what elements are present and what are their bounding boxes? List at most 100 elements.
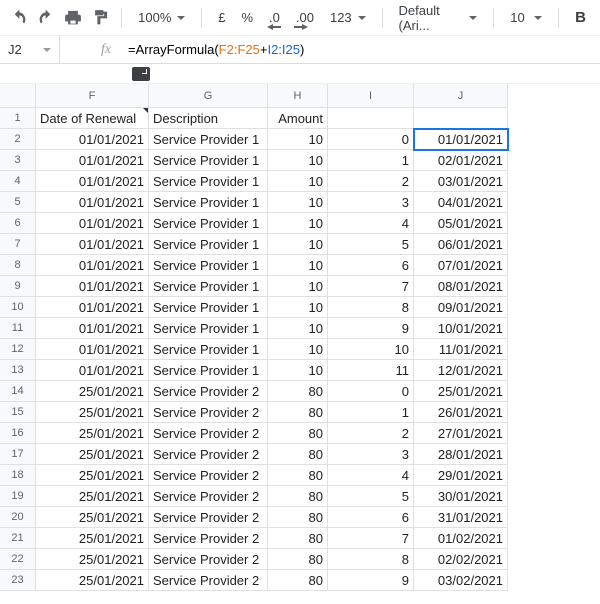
row-header[interactable]: 18 — [0, 465, 36, 486]
cell[interactable]: 29/01/2021 — [414, 465, 508, 486]
cell[interactable]: 2 — [328, 171, 414, 192]
cell[interactable]: 12/01/2021 — [414, 360, 508, 381]
row-header[interactable]: 8 — [0, 255, 36, 276]
cell[interactable]: 80 — [268, 465, 328, 486]
cell[interactable]: 10 — [268, 234, 328, 255]
cell[interactable]: 2 — [328, 423, 414, 444]
col-header-G[interactable]: G — [149, 84, 268, 108]
cell[interactable] — [414, 108, 508, 129]
col-header-H[interactable]: H — [268, 84, 328, 108]
cell[interactable]: Service Provider 1 — [149, 255, 268, 276]
cell[interactable]: 5 — [328, 486, 414, 507]
print-button[interactable] — [62, 5, 85, 31]
cell[interactable]: 01/01/2021 — [36, 297, 149, 318]
cell[interactable]: 0 — [328, 381, 414, 402]
cell[interactable]: 02/02/2021 — [414, 549, 508, 570]
cell[interactable]: 80 — [268, 570, 328, 591]
cell[interactable]: 10 — [268, 192, 328, 213]
cell[interactable]: Service Provider 1 — [149, 276, 268, 297]
cell[interactable]: 03/01/2021 — [414, 171, 508, 192]
cell[interactable]: Service Provider 2 — [149, 444, 268, 465]
cell[interactable]: 01/01/2021 — [36, 171, 149, 192]
cell[interactable]: 11 — [328, 360, 414, 381]
cell[interactable]: 8 — [328, 549, 414, 570]
row-header[interactable]: 6 — [0, 213, 36, 234]
col-header-J[interactable]: J — [414, 84, 508, 108]
explore-tab-icon[interactable] — [132, 67, 150, 81]
cell[interactable]: 03/02/2021 — [414, 570, 508, 591]
cell[interactable]: 01/01/2021 — [36, 150, 149, 171]
cell[interactable]: 01/01/2021 — [36, 339, 149, 360]
cell[interactable]: 25/01/2021 — [36, 465, 149, 486]
cell[interactable]: Service Provider 2 — [149, 549, 268, 570]
cell[interactable]: 25/01/2021 — [36, 549, 149, 570]
row-header[interactable]: 22 — [0, 549, 36, 570]
row-header[interactable]: 15 — [0, 402, 36, 423]
col-header-I[interactable]: I — [328, 84, 414, 108]
cell[interactable]: Date of Renewal — [36, 108, 149, 129]
cell[interactable]: 25/01/2021 — [36, 486, 149, 507]
cell[interactable]: 04/01/2021 — [414, 192, 508, 213]
cell[interactable]: 10/01/2021 — [414, 318, 508, 339]
cell[interactable]: 80 — [268, 486, 328, 507]
cell[interactable]: 10 — [268, 171, 328, 192]
cell[interactable]: 01/01/2021 — [36, 234, 149, 255]
cell[interactable]: 10 — [268, 360, 328, 381]
percent-button[interactable]: % — [235, 5, 259, 31]
cell[interactable]: 9 — [328, 570, 414, 591]
row-header[interactable]: 13 — [0, 360, 36, 381]
cell[interactable]: 10 — [268, 213, 328, 234]
cell[interactable] — [328, 108, 414, 129]
cell[interactable]: 08/01/2021 — [414, 276, 508, 297]
paint-format-button[interactable] — [88, 5, 111, 31]
cell[interactable]: Service Provider 1 — [149, 150, 268, 171]
row-header[interactable]: 2 — [0, 129, 36, 150]
cell[interactable]: Service Provider 1 — [149, 129, 268, 150]
cell[interactable]: 27/01/2021 — [414, 423, 508, 444]
cell[interactable]: 11/01/2021 — [414, 339, 508, 360]
decrease-decimal-button[interactable]: .0 — [263, 5, 286, 31]
cell[interactable]: Service Provider 2 — [149, 570, 268, 591]
cell[interactable]: Description — [149, 108, 268, 129]
cell[interactable]: 25/01/2021 — [36, 381, 149, 402]
cell[interactable]: Service Provider 1 — [149, 360, 268, 381]
cell[interactable]: 01/01/2021 — [36, 129, 149, 150]
cell[interactable]: 01/01/2021 — [36, 213, 149, 234]
row-header[interactable]: 7 — [0, 234, 36, 255]
name-box[interactable]: J2 — [0, 36, 60, 63]
more-formats-dropdown[interactable]: 123 — [324, 5, 372, 31]
cell[interactable]: 01/01/2021 — [36, 360, 149, 381]
cell[interactable]: 80 — [268, 507, 328, 528]
cell[interactable]: Service Provider 1 — [149, 213, 268, 234]
cell[interactable]: 9 — [328, 318, 414, 339]
cell[interactable]: 10 — [268, 297, 328, 318]
cell[interactable]: 25/01/2021 — [36, 528, 149, 549]
cell[interactable]: Service Provider 2 — [149, 423, 268, 444]
cell[interactable]: Service Provider 2 — [149, 486, 268, 507]
cell[interactable]: 10 — [268, 129, 328, 150]
cell[interactable]: Service Provider 2 — [149, 507, 268, 528]
font-family-dropdown[interactable]: Default (Ari... — [393, 5, 484, 31]
cell[interactable]: 1 — [328, 402, 414, 423]
cell[interactable]: 80 — [268, 381, 328, 402]
cell[interactable]: 05/01/2021 — [414, 213, 508, 234]
cell[interactable]: 31/01/2021 — [414, 507, 508, 528]
row-header[interactable]: 17 — [0, 444, 36, 465]
cell[interactable]: 28/01/2021 — [414, 444, 508, 465]
cell[interactable]: Amount — [268, 108, 328, 129]
cell[interactable]: 4 — [328, 465, 414, 486]
cell[interactable]: 25/01/2021 — [36, 444, 149, 465]
row-header[interactable]: 12 — [0, 339, 36, 360]
cell[interactable]: 25/01/2021 — [36, 402, 149, 423]
select-all-corner[interactable] — [0, 84, 36, 108]
bold-button[interactable]: B — [569, 5, 592, 31]
cell[interactable]: 25/01/2021 — [414, 381, 508, 402]
cell[interactable]: 02/01/2021 — [414, 150, 508, 171]
cell[interactable]: 25/01/2021 — [36, 423, 149, 444]
cell[interactable]: Service Provider 1 — [149, 171, 268, 192]
cell[interactable]: 3 — [328, 444, 414, 465]
row-header[interactable]: 14 — [0, 381, 36, 402]
cell[interactable]: Service Provider 2 — [149, 381, 268, 402]
cell[interactable]: 01/01/2021 — [414, 129, 508, 150]
cell[interactable]: 30/01/2021 — [414, 486, 508, 507]
